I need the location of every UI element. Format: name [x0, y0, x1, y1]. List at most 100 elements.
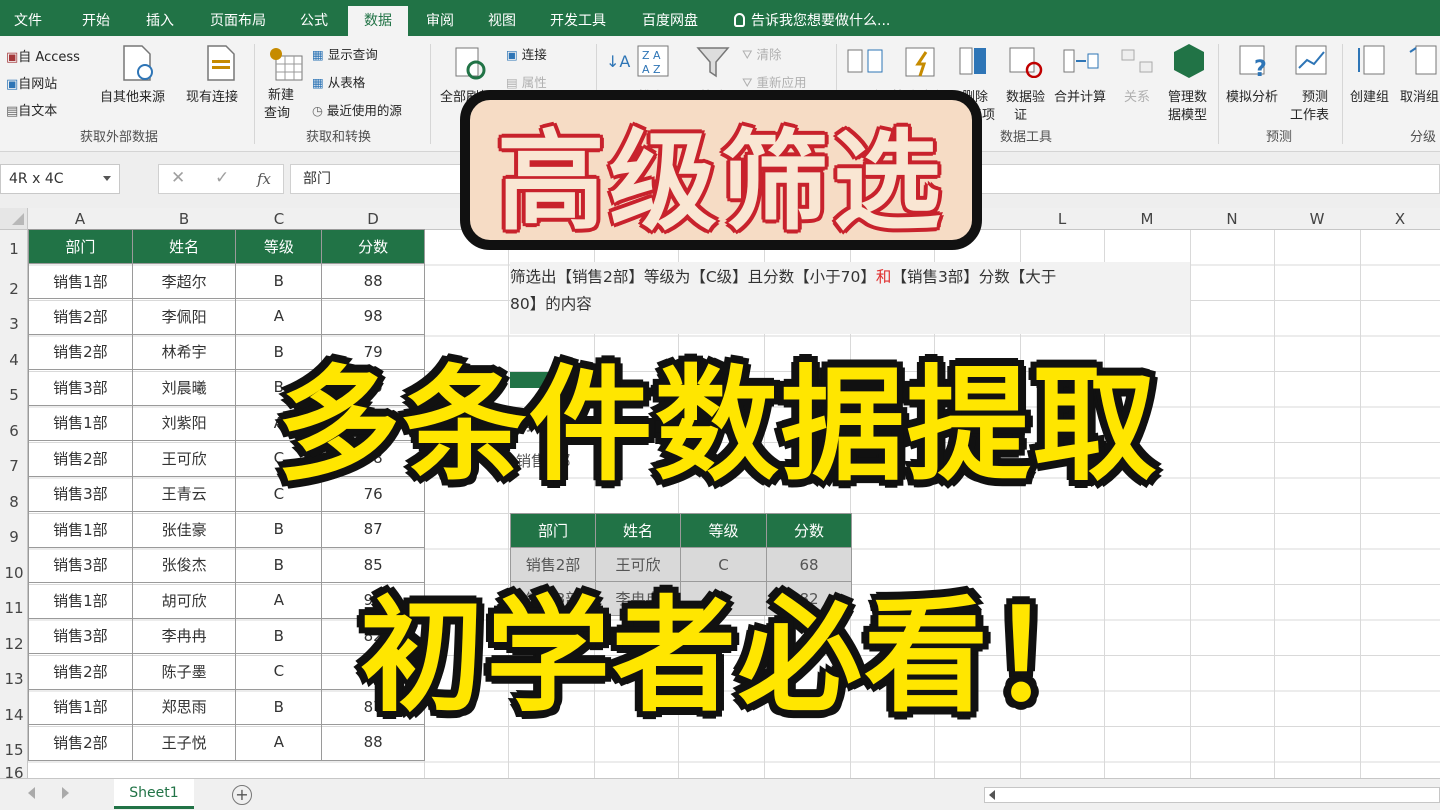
tab-baidu-netdisk[interactable]: 百度网盘 [630, 6, 710, 36]
forecast-sheet-button[interactable]: 预测 [1302, 86, 1328, 105]
table-cell[interactable]: 销售1部 [28, 582, 133, 619]
row-header[interactable]: 6 [0, 422, 28, 440]
properties-button[interactable]: ▤ 属性 [506, 72, 547, 91]
table-cell[interactable]: 销售2部 [28, 298, 133, 335]
table-cell[interactable]: 王子悦 [131, 724, 237, 761]
row-header[interactable]: 15 [0, 741, 28, 759]
table-cell[interactable]: 郑思雨 [131, 688, 237, 725]
table-cell[interactable]: 销售3部 [28, 617, 133, 654]
tab-developer[interactable]: 开发工具 [540, 6, 616, 36]
connections-button[interactable]: ▣ 连接 [506, 44, 547, 63]
tab-view[interactable]: 视图 [476, 6, 528, 36]
table-cell[interactable]: 张佳豪 [131, 511, 237, 548]
table-cell[interactable]: B [235, 511, 323, 548]
from-access-button[interactable]: ▣自 Access [6, 46, 80, 65]
result-header-cell[interactable]: 姓名 [595, 513, 681, 548]
table-cell[interactable]: B [235, 688, 323, 725]
manage-data-model-label2[interactable]: 据模型 [1168, 104, 1207, 123]
new-query-label2[interactable]: 查询 [264, 102, 290, 121]
table-cell[interactable]: 销售2部 [28, 724, 133, 761]
row-header[interactable]: 4 [0, 351, 28, 369]
reapply-button[interactable]: ⛛ 重新应用 [742, 72, 807, 91]
table-cell[interactable]: B [235, 546, 323, 583]
row-header[interactable]: 1 [0, 240, 28, 258]
table-cell[interactable]: B [235, 617, 323, 654]
insert-function-icon[interactable]: fx [257, 170, 271, 188]
column-header-a[interactable]: A [28, 208, 132, 230]
sheet-tab-sheet1[interactable]: Sheet1 [114, 779, 194, 809]
column-header-d[interactable]: D [322, 208, 424, 230]
table-cell[interactable]: 刘晨曦 [131, 369, 237, 406]
table-cell[interactable]: 销售3部 [28, 475, 133, 512]
sort-az-icon[interactable]: ↓A [606, 52, 630, 71]
table-cell[interactable]: B [235, 263, 323, 299]
row-header[interactable]: 3 [0, 315, 28, 333]
row-header[interactable]: 9 [0, 528, 28, 546]
table-cell[interactable]: 刘紫阳 [131, 404, 237, 441]
table-cell[interactable]: 王青云 [131, 475, 237, 512]
table-cell[interactable]: 销售3部 [28, 546, 133, 583]
column-header-l[interactable]: L [1020, 208, 1104, 230]
name-box[interactable]: 4R x 4C [0, 164, 120, 194]
tab-review[interactable]: 审阅 [414, 6, 466, 36]
forecast-sheet-label2[interactable]: 工作表 [1290, 104, 1329, 123]
what-if-analysis-button[interactable]: 模拟分析 [1226, 86, 1278, 105]
tab-formulas[interactable]: 公式 [288, 6, 340, 36]
table-header-cell[interactable]: 分数 [321, 229, 425, 264]
table-cell[interactable]: 销售2部 [28, 333, 133, 370]
relationships-button[interactable]: 关系 [1124, 86, 1150, 105]
tell-me-search[interactable]: 告诉我您想要做什么... [734, 6, 890, 36]
table-cell[interactable]: 销售3部 [28, 369, 133, 406]
table-header-cell[interactable]: 姓名 [131, 229, 237, 264]
show-queries-button[interactable]: ▦ 显示查询 [312, 44, 378, 63]
table-cell[interactable]: C [235, 653, 323, 690]
table-cell[interactable]: 胡可欣 [131, 582, 237, 619]
result-header-cell[interactable]: 分数 [766, 513, 852, 548]
table-cell[interactable]: 李超尔 [131, 263, 237, 299]
table-cell[interactable]: 销售1部 [28, 263, 133, 299]
data-validation-label2[interactable]: 证 [1014, 104, 1027, 123]
scroll-left-icon[interactable] [989, 790, 995, 800]
table-cell[interactable]: 陈子墨 [131, 653, 237, 690]
table-header-cell[interactable]: 部门 [28, 229, 133, 264]
table-cell[interactable]: 销售1部 [28, 688, 133, 725]
table-cell[interactable]: 88 [321, 263, 425, 299]
from-table-button[interactable]: ▦ 从表格 [312, 72, 365, 91]
table-cell[interactable]: 张俊杰 [131, 546, 237, 583]
prev-sheet-icon[interactable] [28, 787, 35, 799]
table-cell[interactable]: 销售2部 [28, 653, 133, 690]
column-header-m[interactable]: M [1104, 208, 1190, 230]
result-header-cell[interactable]: 部门 [510, 513, 596, 548]
recent-sources-button[interactable]: ◷ 最近使用的源 [312, 100, 402, 119]
from-web-button[interactable]: ▣自网站 [6, 73, 57, 92]
column-header-x[interactable]: X [1360, 208, 1440, 230]
data-validation-button[interactable]: 数据验 [1006, 86, 1045, 105]
column-header-w[interactable]: W [1274, 208, 1360, 230]
next-sheet-icon[interactable] [62, 787, 69, 799]
row-header[interactable]: 10 [0, 564, 28, 582]
tab-data[interactable]: 数据 [348, 6, 408, 36]
tab-file[interactable]: 文件 [0, 6, 56, 36]
row-header[interactable]: 14 [0, 706, 28, 724]
table-cell[interactable]: 王可欣 [131, 440, 237, 477]
ungroup-button[interactable]: 取消组 [1400, 86, 1439, 105]
table-header-cell[interactable]: 等级 [235, 229, 323, 264]
group-button[interactable]: 创建组 [1350, 86, 1389, 105]
table-cell[interactable]: A [235, 582, 323, 619]
column-header-c[interactable]: C [236, 208, 322, 230]
column-header-b[interactable]: B [132, 208, 236, 230]
horizontal-scrollbar[interactable] [984, 787, 1440, 803]
table-cell[interactable]: A [235, 724, 323, 761]
row-header[interactable]: 2 [0, 280, 28, 298]
row-header[interactable]: 7 [0, 457, 28, 475]
tab-page-layout[interactable]: 页面布局 [200, 6, 276, 36]
clear-button[interactable]: ⛛ 清除 [742, 44, 782, 63]
from-other-sources-button[interactable]: 自其他来源 [100, 86, 165, 105]
cancel-icon[interactable]: ✕ [171, 168, 185, 188]
consolidate-button[interactable]: 合并计算 [1054, 86, 1106, 105]
row-header[interactable]: 11 [0, 599, 28, 617]
table-cell[interactable]: 87 [321, 511, 425, 548]
chevron-down-icon[interactable] [103, 176, 111, 181]
row-header[interactable]: 12 [0, 635, 28, 653]
manage-data-model-button[interactable]: 管理数 [1168, 86, 1207, 105]
